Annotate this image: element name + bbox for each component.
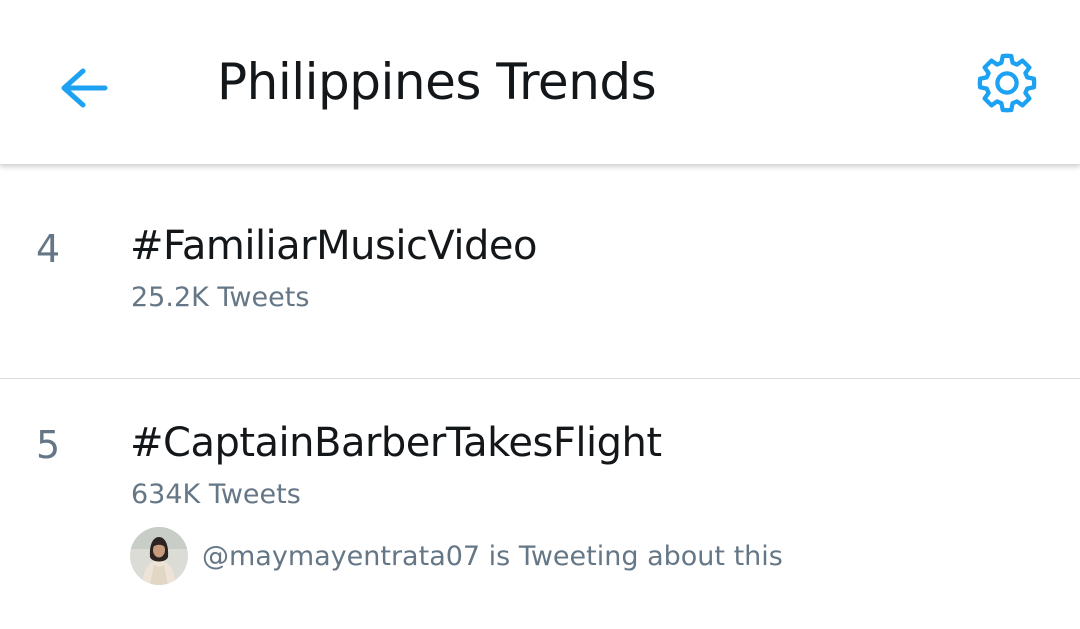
settings-button[interactable] bbox=[972, 48, 1042, 118]
trend-rank: 5 bbox=[36, 423, 61, 467]
page-title: Philippines Trends bbox=[217, 53, 657, 111]
trend-social-context[interactable]: @maymayentrata07 is Tweeting about this bbox=[130, 527, 783, 585]
gear-icon bbox=[977, 53, 1037, 113]
arrow-left-icon bbox=[61, 68, 108, 108]
avatar[interactable] bbox=[130, 527, 188, 585]
tweet-count: 634K Tweets bbox=[131, 479, 301, 510]
tweet-count: 25.2K Tweets bbox=[131, 282, 310, 313]
trend-name[interactable]: #FamiliarMusicVideo bbox=[130, 223, 538, 269]
top-app-bar: Philippines Trends bbox=[0, 0, 1080, 165]
trend-name[interactable]: #CaptainBarberTakesFlight bbox=[130, 420, 662, 466]
trend-item[interactable]: 4 #FamiliarMusicVideo 25.2K Tweets bbox=[0, 166, 1080, 379]
social-context-text: @maymayentrata07 is Tweeting about this bbox=[202, 540, 783, 572]
trend-item[interactable]: 5 #CaptainBarberTakesFlight 634K Tweets … bbox=[0, 379, 1080, 629]
back-button[interactable] bbox=[50, 58, 116, 118]
trend-rank: 4 bbox=[36, 227, 61, 271]
